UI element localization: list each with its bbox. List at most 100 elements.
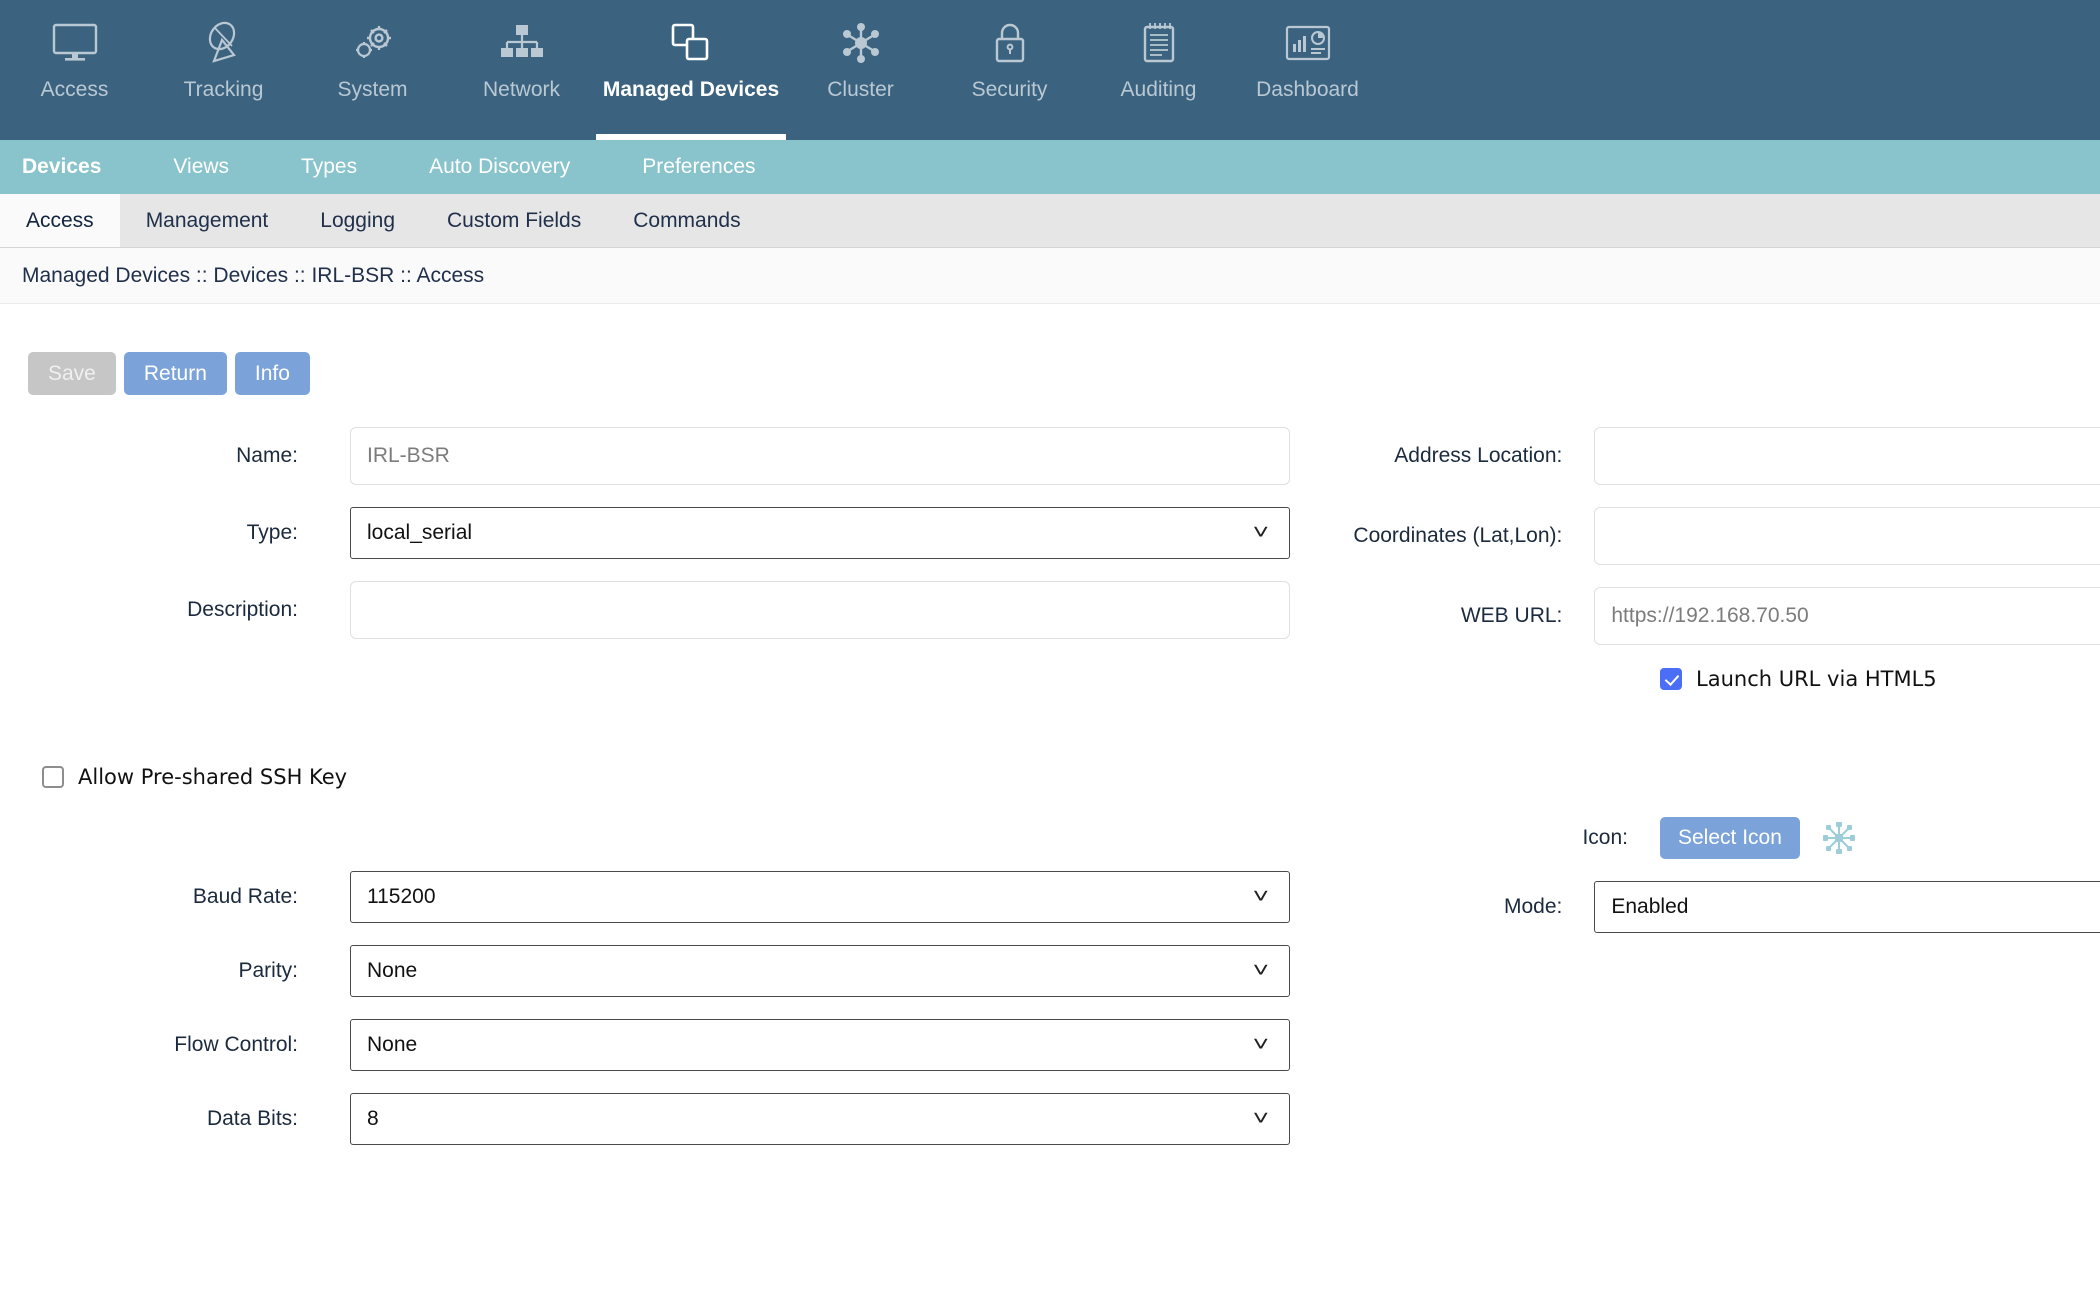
address-location-input[interactable] xyxy=(1594,427,2100,486)
stacked-squares-icon xyxy=(670,14,712,72)
tab-access[interactable]: Access xyxy=(0,194,120,247)
field-label-mode: Mode: xyxy=(1504,895,1563,919)
left-spacer-2 xyxy=(0,811,1320,871)
topnav-item-system[interactable]: System xyxy=(298,0,447,140)
topnav-label: Dashboard xyxy=(1256,78,1359,101)
field-launch-html5: Launch URL via HTML5 xyxy=(1320,667,2100,691)
field-label-description: Description: xyxy=(187,598,298,622)
topnav-label: Cluster xyxy=(827,78,894,101)
field-label-flow-control: Flow Control: xyxy=(174,1033,298,1057)
lock-icon xyxy=(992,14,1028,72)
save-button[interactable]: Save xyxy=(28,352,116,396)
field-label-name: Name: xyxy=(236,444,298,468)
subnav-item-auto-discovery[interactable]: Auto Discovery xyxy=(429,155,600,179)
flow-control-value: None xyxy=(367,1033,418,1057)
baud-rate-select[interactable]: 115200 ˅ xyxy=(350,871,1290,924)
field-parity: Parity: None ˅ xyxy=(0,945,1320,998)
field-baud-rate: Baud Rate: 115200 ˅ xyxy=(0,871,1320,924)
description-input[interactable] xyxy=(350,581,1290,640)
tab-bar: Access Management Logging Custom Fields … xyxy=(0,194,2100,248)
topnav-item-managed-devices[interactable]: Managed Devices xyxy=(596,0,786,140)
field-mode: Mode: Enabled xyxy=(1320,881,2100,934)
field-label-type: Type: xyxy=(246,521,298,545)
topnav-item-network[interactable]: Network xyxy=(447,0,596,140)
field-data-bits: Data Bits: 8 ˅ xyxy=(0,1093,1320,1146)
page-body: Save Return Info Name: IRL-BSR Type: loc… xyxy=(0,304,2100,1306)
select-icon-button[interactable]: Select Icon xyxy=(1660,817,1800,860)
preshared-ssh-checkbox[interactable] xyxy=(42,766,64,789)
topnav-label: Security xyxy=(971,78,1048,101)
coordinates-input[interactable] xyxy=(1594,507,2100,566)
topnav-item-tracking[interactable]: Tracking xyxy=(149,0,298,140)
topnav-label: Network xyxy=(482,78,561,101)
chevron-down-icon: ˅ xyxy=(1252,1107,1270,1130)
topnav-label: System xyxy=(337,78,408,101)
data-bits-value: 8 xyxy=(367,1107,379,1131)
chevron-down-icon: ˅ xyxy=(1252,1033,1270,1056)
launch-html5-checkbox[interactable] xyxy=(1660,668,1682,691)
primary-navigation: Access Tracking System Network Managed D… xyxy=(0,0,2100,140)
field-label-address-location: Address Location: xyxy=(1394,444,1563,468)
launch-html5-checkbox-row[interactable]: Launch URL via HTML5 xyxy=(1660,667,1937,691)
flow-control-select[interactable]: None ˅ xyxy=(350,1019,1290,1072)
preshared-ssh-checkbox-row[interactable]: Allow Pre-shared SSH Key xyxy=(42,765,347,789)
data-bits-select[interactable]: 8 ˅ xyxy=(350,1093,1290,1146)
dashboard-chart-icon xyxy=(1285,14,1331,72)
field-address-location: Address Location: xyxy=(1320,427,2100,486)
field-flow-control: Flow Control: None ˅ xyxy=(0,1019,1320,1072)
field-label-web-url: WEB URL: xyxy=(1460,604,1563,628)
action-toolbar: Save Return Info xyxy=(0,304,2100,396)
topnav-item-security[interactable]: Security xyxy=(935,0,1084,140)
tab-logging[interactable]: Logging xyxy=(294,194,421,247)
name-input[interactable]: IRL-BSR xyxy=(350,427,1290,486)
baud-rate-value: 115200 xyxy=(367,885,436,909)
topnav-label: Tracking xyxy=(183,78,264,101)
field-label-data-bits: Data Bits: xyxy=(206,1107,298,1131)
topnav-label: Auditing xyxy=(1120,78,1197,101)
topnav-item-cluster[interactable]: Cluster xyxy=(786,0,935,140)
form-left-column: Name: IRL-BSR Type: local_serial ˅ Descr… xyxy=(0,427,1320,1167)
active-tab-indicator xyxy=(596,134,786,140)
subnav-item-types[interactable]: Types xyxy=(301,155,387,179)
preshared-ssh-label: Allow Pre-shared SSH Key xyxy=(78,765,348,790)
breadcrumb: Managed Devices :: Devices :: IRL-BSR ::… xyxy=(0,248,2100,304)
topnav-item-dashboard[interactable]: Dashboard xyxy=(1233,0,1382,140)
gears-icon xyxy=(350,14,396,72)
icon-controls: Select Icon xyxy=(1660,817,1856,860)
tab-management[interactable]: Management xyxy=(120,194,295,247)
field-label-baud-rate: Baud Rate: xyxy=(192,885,298,909)
topnav-item-access[interactable]: Access xyxy=(0,0,149,140)
field-description: Description: xyxy=(0,581,1320,640)
web-url-input[interactable]: https://192.168.70.50 xyxy=(1594,587,2100,646)
tab-custom-fields[interactable]: Custom Fields xyxy=(421,194,607,247)
topnav-item-auditing[interactable]: Auditing xyxy=(1084,0,1233,140)
chevron-down-icon: ˅ xyxy=(1252,521,1270,544)
tab-commands[interactable]: Commands xyxy=(607,194,766,247)
chevron-down-icon: ˅ xyxy=(1252,885,1270,908)
field-type: Type: local_serial ˅ xyxy=(0,507,1320,560)
topnav-label: Access xyxy=(40,78,109,101)
network-tree-icon xyxy=(499,14,545,72)
satellite-dish-icon xyxy=(202,14,246,72)
type-select-value: local_serial xyxy=(367,521,473,545)
cluster-nodes-icon xyxy=(839,14,883,72)
type-select[interactable]: local_serial ˅ xyxy=(350,507,1290,560)
right-spacer xyxy=(1320,713,2100,817)
chevron-down-icon: ˅ xyxy=(1252,959,1270,982)
secondary-navigation: Devices Views Types Auto Discovery Prefe… xyxy=(0,140,2100,194)
monitor-icon xyxy=(52,14,98,72)
field-label-parity: Parity: xyxy=(238,959,298,983)
mode-select[interactable]: Enabled xyxy=(1594,881,2100,934)
field-preshared-ssh: Allow Pre-shared SSH Key xyxy=(0,765,1320,789)
field-web-url: WEB URL: https://192.168.70.50 xyxy=(1320,587,2100,646)
return-button[interactable]: Return xyxy=(123,352,227,396)
notepad-icon xyxy=(1140,14,1178,72)
left-spacer xyxy=(0,661,1320,765)
subnav-item-preferences[interactable]: Preferences xyxy=(642,155,785,179)
info-button[interactable]: Info xyxy=(234,352,310,396)
parity-select[interactable]: None ˅ xyxy=(350,945,1290,998)
subnav-item-views[interactable]: Views xyxy=(173,155,259,179)
field-name: Name: IRL-BSR xyxy=(0,427,1320,486)
subnav-item-devices[interactable]: Devices xyxy=(22,155,131,179)
field-label-coordinates: Coordinates (Lat,Lon): xyxy=(1353,524,1563,548)
